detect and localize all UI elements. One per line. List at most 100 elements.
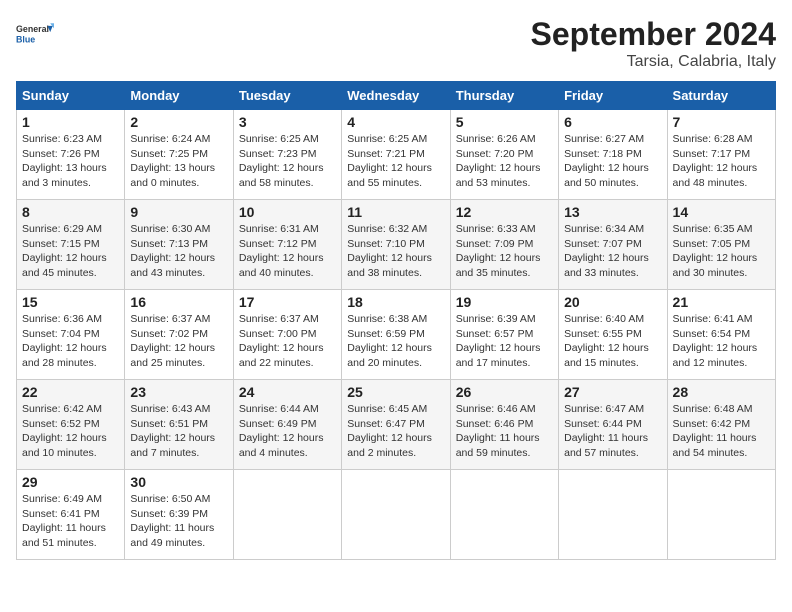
calendar-day-header: Sunday [17, 82, 125, 110]
calendar-cell: 24 Sunrise: 6:44 AMSunset: 6:49 PMDaylig… [233, 380, 341, 470]
day-number: 2 [130, 114, 227, 130]
calendar-cell: 19 Sunrise: 6:39 AMSunset: 6:57 PMDaylig… [450, 290, 558, 380]
day-number: 17 [239, 294, 336, 310]
month-title: September 2024 [531, 16, 776, 53]
day-info: Sunrise: 6:42 AMSunset: 6:52 PMDaylight:… [22, 402, 119, 461]
calendar-cell [450, 470, 558, 560]
calendar-cell: 27 Sunrise: 6:47 AMSunset: 6:44 PMDaylig… [559, 380, 667, 470]
day-number: 6 [564, 114, 661, 130]
day-info: Sunrise: 6:47 AMSunset: 6:44 PMDaylight:… [564, 402, 661, 461]
day-number: 21 [673, 294, 770, 310]
calendar-table: SundayMondayTuesdayWednesdayThursdayFrid… [16, 81, 776, 560]
day-info: Sunrise: 6:46 AMSunset: 6:46 PMDaylight:… [456, 402, 553, 461]
day-info: Sunrise: 6:28 AMSunset: 7:17 PMDaylight:… [673, 132, 770, 191]
day-info: Sunrise: 6:36 AMSunset: 7:04 PMDaylight:… [22, 312, 119, 371]
day-number: 1 [22, 114, 119, 130]
calendar-week-row: 29 Sunrise: 6:49 AMSunset: 6:41 PMDaylig… [17, 470, 776, 560]
day-info: Sunrise: 6:49 AMSunset: 6:41 PMDaylight:… [22, 492, 119, 551]
calendar-cell: 5 Sunrise: 6:26 AMSunset: 7:20 PMDayligh… [450, 110, 558, 200]
day-info: Sunrise: 6:38 AMSunset: 6:59 PMDaylight:… [347, 312, 444, 371]
day-number: 7 [673, 114, 770, 130]
day-info: Sunrise: 6:41 AMSunset: 6:54 PMDaylight:… [673, 312, 770, 371]
calendar-cell: 4 Sunrise: 6:25 AMSunset: 7:21 PMDayligh… [342, 110, 450, 200]
calendar-cell: 20 Sunrise: 6:40 AMSunset: 6:55 PMDaylig… [559, 290, 667, 380]
calendar-cell: 21 Sunrise: 6:41 AMSunset: 6:54 PMDaylig… [667, 290, 775, 380]
day-number: 8 [22, 204, 119, 220]
calendar-day-header: Monday [125, 82, 233, 110]
calendar-cell: 12 Sunrise: 6:33 AMSunset: 7:09 PMDaylig… [450, 200, 558, 290]
day-number: 16 [130, 294, 227, 310]
day-number: 18 [347, 294, 444, 310]
calendar-cell: 30 Sunrise: 6:50 AMSunset: 6:39 PMDaylig… [125, 470, 233, 560]
logo: General Blue [16, 16, 54, 54]
day-info: Sunrise: 6:44 AMSunset: 6:49 PMDaylight:… [239, 402, 336, 461]
day-info: Sunrise: 6:33 AMSunset: 7:09 PMDaylight:… [456, 222, 553, 281]
day-info: Sunrise: 6:23 AMSunset: 7:26 PMDaylight:… [22, 132, 119, 191]
day-number: 28 [673, 384, 770, 400]
calendar-cell [667, 470, 775, 560]
svg-text:General: General [16, 24, 49, 34]
day-number: 4 [347, 114, 444, 130]
calendar-week-row: 15 Sunrise: 6:36 AMSunset: 7:04 PMDaylig… [17, 290, 776, 380]
day-info: Sunrise: 6:40 AMSunset: 6:55 PMDaylight:… [564, 312, 661, 371]
calendar-cell: 1 Sunrise: 6:23 AMSunset: 7:26 PMDayligh… [17, 110, 125, 200]
day-info: Sunrise: 6:34 AMSunset: 7:07 PMDaylight:… [564, 222, 661, 281]
day-number: 19 [456, 294, 553, 310]
day-number: 3 [239, 114, 336, 130]
calendar-cell: 25 Sunrise: 6:45 AMSunset: 6:47 PMDaylig… [342, 380, 450, 470]
page-header: General Blue September 2024 Tarsia, Cala… [16, 16, 776, 71]
calendar-day-header: Friday [559, 82, 667, 110]
day-info: Sunrise: 6:27 AMSunset: 7:18 PMDaylight:… [564, 132, 661, 191]
calendar-cell: 18 Sunrise: 6:38 AMSunset: 6:59 PMDaylig… [342, 290, 450, 380]
calendar-day-header: Saturday [667, 82, 775, 110]
calendar-week-row: 8 Sunrise: 6:29 AMSunset: 7:15 PMDayligh… [17, 200, 776, 290]
day-number: 15 [22, 294, 119, 310]
day-number: 13 [564, 204, 661, 220]
day-info: Sunrise: 6:43 AMSunset: 6:51 PMDaylight:… [130, 402, 227, 461]
day-number: 26 [456, 384, 553, 400]
calendar-cell: 28 Sunrise: 6:48 AMSunset: 6:42 PMDaylig… [667, 380, 775, 470]
calendar-cell: 15 Sunrise: 6:36 AMSunset: 7:04 PMDaylig… [17, 290, 125, 380]
day-info: Sunrise: 6:26 AMSunset: 7:20 PMDaylight:… [456, 132, 553, 191]
day-number: 24 [239, 384, 336, 400]
calendar-cell: 16 Sunrise: 6:37 AMSunset: 7:02 PMDaylig… [125, 290, 233, 380]
calendar-cell: 8 Sunrise: 6:29 AMSunset: 7:15 PMDayligh… [17, 200, 125, 290]
title-block: September 2024 Tarsia, Calabria, Italy [531, 16, 776, 71]
calendar-cell: 13 Sunrise: 6:34 AMSunset: 7:07 PMDaylig… [559, 200, 667, 290]
location-title: Tarsia, Calabria, Italy [531, 53, 776, 71]
day-number: 14 [673, 204, 770, 220]
day-number: 27 [564, 384, 661, 400]
calendar-cell [342, 470, 450, 560]
day-number: 22 [22, 384, 119, 400]
calendar-week-row: 1 Sunrise: 6:23 AMSunset: 7:26 PMDayligh… [17, 110, 776, 200]
calendar-cell: 6 Sunrise: 6:27 AMSunset: 7:18 PMDayligh… [559, 110, 667, 200]
day-number: 9 [130, 204, 227, 220]
calendar-cell [233, 470, 341, 560]
day-number: 29 [22, 474, 119, 490]
calendar-cell: 3 Sunrise: 6:25 AMSunset: 7:23 PMDayligh… [233, 110, 341, 200]
day-number: 20 [564, 294, 661, 310]
calendar-week-row: 22 Sunrise: 6:42 AMSunset: 6:52 PMDaylig… [17, 380, 776, 470]
calendar-cell: 2 Sunrise: 6:24 AMSunset: 7:25 PMDayligh… [125, 110, 233, 200]
calendar-cell: 22 Sunrise: 6:42 AMSunset: 6:52 PMDaylig… [17, 380, 125, 470]
day-info: Sunrise: 6:24 AMSunset: 7:25 PMDaylight:… [130, 132, 227, 191]
day-info: Sunrise: 6:50 AMSunset: 6:39 PMDaylight:… [130, 492, 227, 551]
calendar-cell: 23 Sunrise: 6:43 AMSunset: 6:51 PMDaylig… [125, 380, 233, 470]
logo-svg: General Blue [16, 16, 54, 54]
day-number: 11 [347, 204, 444, 220]
calendar-header-row: SundayMondayTuesdayWednesdayThursdayFrid… [17, 82, 776, 110]
svg-text:Blue: Blue [16, 34, 35, 44]
day-info: Sunrise: 6:48 AMSunset: 6:42 PMDaylight:… [673, 402, 770, 461]
calendar-cell: 14 Sunrise: 6:35 AMSunset: 7:05 PMDaylig… [667, 200, 775, 290]
calendar-cell: 17 Sunrise: 6:37 AMSunset: 7:00 PMDaylig… [233, 290, 341, 380]
calendar-cell: 9 Sunrise: 6:30 AMSunset: 7:13 PMDayligh… [125, 200, 233, 290]
calendar-day-header: Thursday [450, 82, 558, 110]
day-info: Sunrise: 6:35 AMSunset: 7:05 PMDaylight:… [673, 222, 770, 281]
day-number: 30 [130, 474, 227, 490]
calendar-cell: 29 Sunrise: 6:49 AMSunset: 6:41 PMDaylig… [17, 470, 125, 560]
calendar-cell: 7 Sunrise: 6:28 AMSunset: 7:17 PMDayligh… [667, 110, 775, 200]
day-number: 23 [130, 384, 227, 400]
day-number: 12 [456, 204, 553, 220]
day-number: 10 [239, 204, 336, 220]
calendar-cell: 26 Sunrise: 6:46 AMSunset: 6:46 PMDaylig… [450, 380, 558, 470]
